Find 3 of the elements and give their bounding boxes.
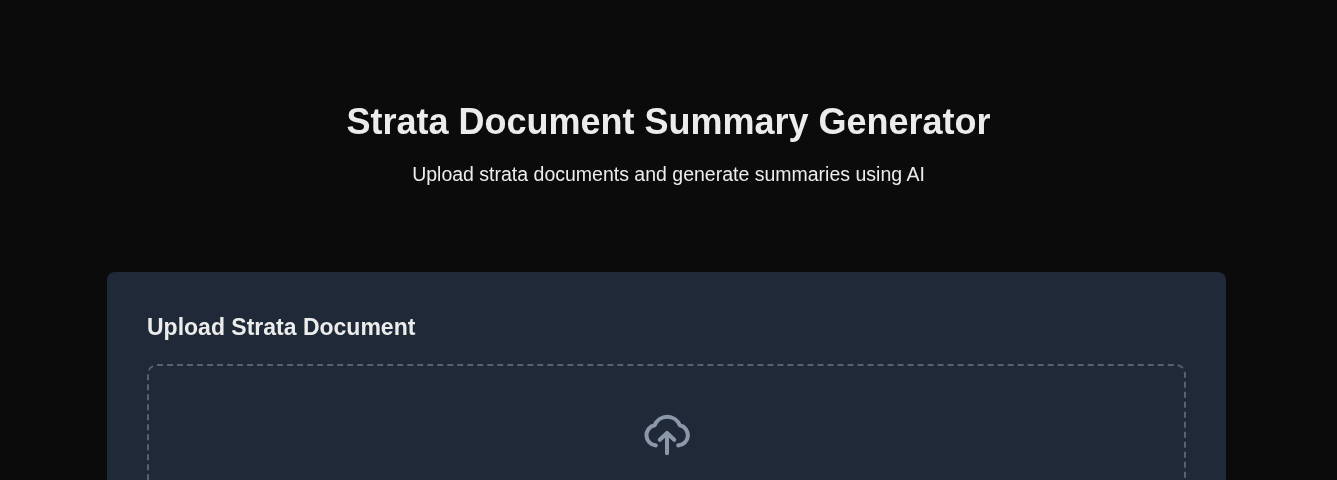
page-subtitle: Upload strata documents and generate summaries using AI: [411, 162, 926, 187]
card-title: Upload Strata Document: [147, 313, 417, 342]
page-title: Strata Document Summary Generator: [345, 100, 992, 144]
